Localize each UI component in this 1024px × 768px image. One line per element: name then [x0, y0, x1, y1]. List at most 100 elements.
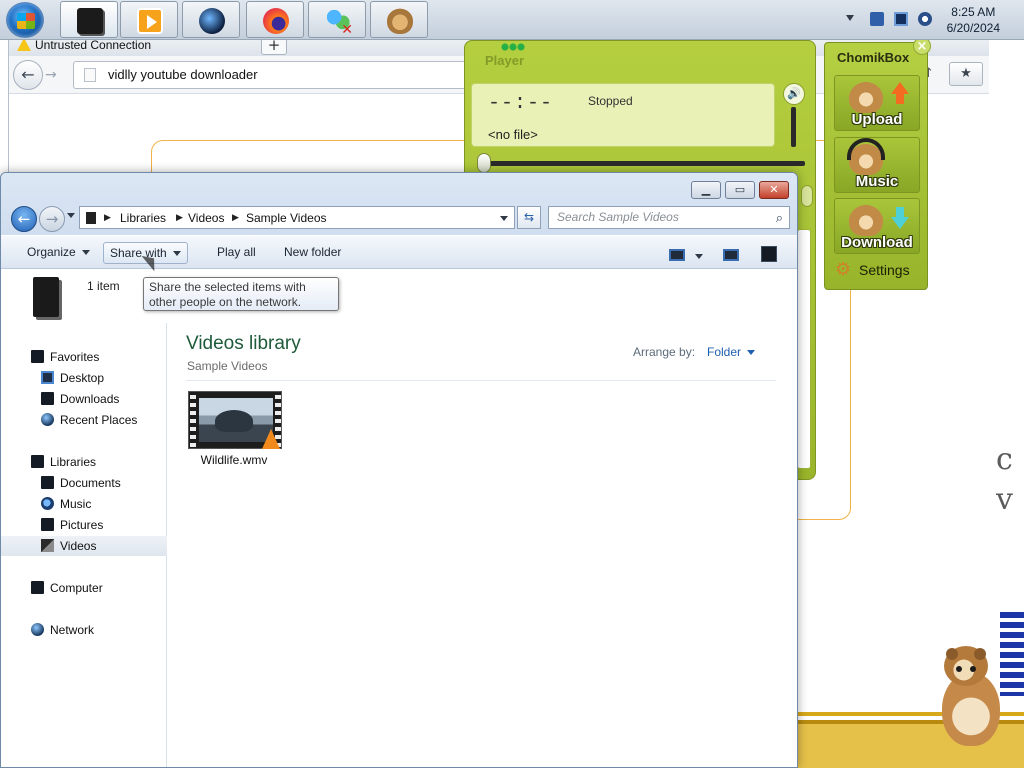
file-item[interactable]: Wildlife.wmv — [186, 391, 282, 471]
upload-label: Upload — [851, 111, 903, 128]
forward-button[interactable]: → — [39, 206, 65, 232]
desktop-icon — [41, 371, 54, 384]
nav-recent-places[interactable]: Recent Places — [1, 410, 167, 430]
nav-network[interactable]: Network — [1, 620, 167, 640]
hamster-mascot[interactable] — [932, 640, 1008, 748]
search-input[interactable]: Search Sample Videos ⌕ — [548, 206, 790, 229]
favorites-icon — [31, 350, 44, 363]
taskbar-button-users[interactable] — [308, 1, 366, 38]
taskbar-button-firefox[interactable] — [246, 1, 304, 38]
libraries-icon — [86, 212, 96, 224]
recent-pages-dropdown[interactable] — [67, 213, 75, 218]
address-dropdown[interactable] — [500, 216, 508, 221]
chevron-down-icon — [172, 251, 181, 257]
nav-computer[interactable]: Computer — [1, 578, 167, 598]
close-button[interactable]: ✕ — [759, 181, 789, 199]
selected-item-icon — [33, 277, 59, 317]
music-icon — [41, 497, 54, 510]
browser-page-text: c v — [996, 442, 1013, 517]
breadcrumb-separator[interactable]: ▶ — [232, 211, 239, 225]
taskbar-button-chomikbox[interactable] — [370, 1, 428, 38]
taskbar-button-media[interactable] — [120, 1, 178, 38]
bookmarks-menu-button[interactable]: ★ — [949, 62, 983, 86]
taskbar-clock[interactable]: 8:25 AM 6/20/2024 — [947, 4, 1000, 36]
browser-forward-button[interactable]: → — [45, 66, 63, 84]
arrange-by-value: Folder — [707, 345, 742, 359]
search-icon[interactable]: ⌕ — [776, 208, 783, 229]
show-hidden-icons-icon[interactable] — [846, 15, 854, 21]
download-button[interactable]: Download — [834, 198, 920, 254]
breadcrumb-separator[interactable]: ▶ — [104, 211, 111, 225]
address-bar[interactable]: ▶ Libraries ▶ Videos ▶ Sample Videos — [79, 206, 515, 229]
breadcrumb-sample-videos[interactable]: Sample Videos — [246, 211, 327, 225]
volume-slider[interactable] — [791, 107, 796, 147]
tray-network-icon[interactable] — [894, 12, 908, 26]
maximize-button[interactable]: ▭ — [725, 181, 755, 199]
nav-libraries[interactable]: Libraries — [1, 452, 167, 472]
player-display: --:-- Stopped <no file> — [471, 83, 775, 147]
nav-favorites[interactable]: Favorites — [1, 347, 167, 367]
playlist-toggle-button[interactable] — [801, 185, 813, 207]
seek-handle[interactable] — [477, 153, 491, 173]
refresh-button[interactable]: ⇆ — [517, 206, 541, 229]
preview-pane-icon[interactable] — [723, 249, 739, 261]
chevron-down-icon — [747, 350, 756, 356]
change-view-icon[interactable] — [669, 249, 685, 261]
back-button[interactable]: ← — [11, 206, 37, 232]
music-label: Music — [855, 173, 899, 190]
breadcrumb-libraries[interactable]: Libraries — [120, 211, 166, 225]
taskbar-button-globe[interactable] — [182, 1, 240, 38]
tray-app-icon[interactable] — [870, 12, 884, 26]
globe-icon — [199, 8, 225, 34]
player-title: Player — [485, 53, 525, 68]
nav-music[interactable]: Music — [1, 494, 167, 514]
breadcrumb-separator[interactable]: ▶ — [176, 211, 183, 225]
help-icon[interactable] — [761, 246, 777, 262]
nav-videos[interactable]: Videos — [1, 536, 167, 556]
browser-url-field[interactable]: vidlly youtube downloader — [73, 61, 483, 89]
arrange-by-dropdown[interactable]: Folder — [707, 345, 756, 359]
organize-label: Organize — [27, 245, 76, 259]
recent-places-icon — [41, 413, 54, 426]
new-folder-button[interactable]: New folder — [278, 242, 347, 264]
seek-bar[interactable] — [479, 161, 805, 166]
divider — [186, 380, 776, 381]
music-button[interactable]: Music — [834, 137, 920, 193]
chomikbox-widget: ChomikBox × Upload Music Download ⚙ Sett… — [824, 37, 931, 290]
playlist-panel[interactable] — [797, 229, 811, 469]
player-file: <no file> — [488, 127, 538, 142]
volume-icon[interactable]: 🔊 — [783, 83, 805, 105]
search-placeholder: Search Sample Videos — [557, 210, 679, 224]
start-button[interactable] — [6, 2, 44, 38]
videos-icon — [41, 539, 54, 552]
taskbar-button-explorer[interactable] — [60, 1, 118, 38]
tray-volume-icon[interactable] — [918, 12, 932, 26]
nav-label: Desktop — [60, 371, 105, 385]
nav-documents[interactable]: Documents — [1, 473, 167, 493]
view-options-dropdown[interactable] — [695, 254, 703, 259]
nav-label: Recent Places — [60, 413, 138, 427]
nav-label: Downloads — [60, 392, 120, 406]
play-all-button[interactable]: Play all — [211, 242, 262, 264]
nav-desktop[interactable]: Desktop — [1, 368, 167, 388]
navigation-pane: Favorites Desktop Downloads Recent Place… — [1, 323, 167, 767]
file-name: Wildlife.wmv — [200, 453, 268, 467]
breadcrumb-videos[interactable]: Videos — [188, 211, 224, 225]
download-label: Download — [841, 234, 913, 251]
nav-label: Favorites — [50, 350, 100, 364]
taskbar: 8:25 AM 6/20/2024 — [0, 0, 1024, 40]
hamster-ear — [974, 648, 986, 660]
upload-button[interactable]: Upload — [834, 75, 920, 131]
nav-pictures[interactable]: Pictures — [1, 515, 167, 535]
organize-button[interactable]: Organize — [21, 242, 96, 264]
nav-downloads[interactable]: Downloads — [1, 389, 167, 409]
command-bar: Organize Share with Play all New folder — [1, 235, 797, 269]
media-player-icon — [137, 8, 163, 34]
computer-icon — [31, 581, 44, 594]
firefox-icon — [263, 8, 289, 34]
share-with-label: Share with — [110, 246, 167, 260]
browser-back-button[interactable]: ← — [13, 60, 43, 90]
settings-button[interactable]: ⚙ Settings — [835, 261, 910, 279]
minimize-button[interactable]: ▁ — [691, 181, 721, 199]
upload-arrow-icon — [891, 82, 909, 104]
